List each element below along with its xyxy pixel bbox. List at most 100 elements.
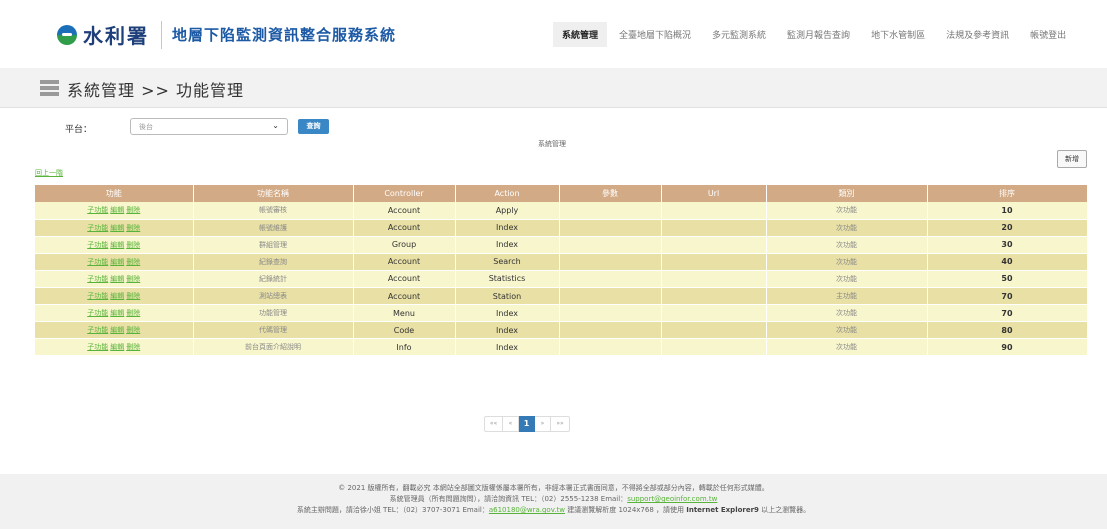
delete-link[interactable]: 刪除 bbox=[126, 241, 140, 249]
footer-contact: 系統主辦問題，請洽徐小姐 TEL：（02）3707-3071 Email：a61… bbox=[0, 505, 1107, 516]
delete-link[interactable]: 刪除 bbox=[126, 275, 140, 283]
platform-select[interactable]: 後台 ⌄ bbox=[130, 118, 288, 135]
last-page-button[interactable]: »» bbox=[551, 416, 570, 432]
footer-browser-text: Internet Explorer9 bbox=[686, 506, 759, 514]
edit-link[interactable]: 編輯 bbox=[110, 292, 124, 300]
order-cell: 70 bbox=[927, 304, 1088, 323]
controller-cell: Menu bbox=[353, 304, 456, 323]
action-cell: Index bbox=[455, 236, 560, 254]
table-row: 子功能 編輯 刪除 紀錄查詢 Account Search 次功能 40 bbox=[35, 253, 1088, 271]
chevron-down-icon: ⌄ bbox=[272, 121, 279, 130]
sub-function-link[interactable]: 子功能 bbox=[87, 224, 108, 232]
table-row: 子功能 編輯 刪除 群組管理 Group Index 次功能 30 bbox=[35, 236, 1088, 254]
controller-cell: Account bbox=[353, 287, 456, 306]
nav-item-regulations[interactable]: 法規及參考資訊 bbox=[937, 22, 1018, 47]
function-name-cell: 紀錄統計 bbox=[193, 270, 354, 288]
logo-text: 水利署 bbox=[83, 24, 149, 48]
sub-function-link[interactable]: 子功能 bbox=[87, 241, 108, 249]
type-cell: 主功能 bbox=[766, 287, 928, 306]
column-header-controller: Controller bbox=[353, 185, 456, 202]
row-actions-cell: 子功能 編輯 刪除 bbox=[35, 253, 194, 271]
nav-item-logout[interactable]: 帳號登出 bbox=[1021, 22, 1075, 47]
type-cell: 次功能 bbox=[766, 338, 928, 357]
edit-link[interactable]: 編輯 bbox=[110, 258, 124, 266]
row-actions-cell: 子功能 編輯 刪除 bbox=[35, 270, 194, 288]
row-actions-cell: 子功能 編輯 刪除 bbox=[35, 287, 194, 306]
contact-email-link[interactable]: a610180@wra.gov.tw bbox=[489, 506, 565, 514]
delete-link[interactable]: 刪除 bbox=[126, 343, 140, 351]
type-cell: 次功能 bbox=[766, 253, 928, 271]
sub-function-link[interactable]: 子功能 bbox=[87, 343, 108, 351]
nav-item-subsidence-overview[interactable]: 全臺地層下陷概況 bbox=[610, 22, 700, 47]
support-email-link[interactable]: support@geoinfor.com.tw bbox=[627, 495, 717, 503]
next-page-button[interactable]: » bbox=[535, 416, 551, 432]
prev-page-button[interactable]: « bbox=[503, 416, 519, 432]
controller-cell: Group bbox=[353, 236, 456, 254]
column-header-name: 功能名稱 bbox=[193, 185, 354, 202]
action-cell: Apply bbox=[455, 202, 560, 220]
list-icon bbox=[40, 80, 59, 96]
table-row: 子功能 編輯 刪除 功能管理 Menu Index 次功能 70 bbox=[35, 304, 1088, 323]
controller-cell: Info bbox=[353, 338, 456, 357]
param-cell bbox=[559, 304, 662, 323]
nav-item-system-admin[interactable]: 系統管理 bbox=[553, 22, 608, 47]
param-cell bbox=[559, 338, 662, 357]
sub-function-link[interactable]: 子功能 bbox=[87, 275, 108, 283]
type-cell: 次功能 bbox=[766, 202, 928, 220]
edit-link[interactable]: 編輯 bbox=[110, 326, 124, 334]
controller-cell: Account bbox=[353, 270, 456, 288]
controller-cell: Account bbox=[353, 219, 456, 237]
function-name-cell: 紀錄查詢 bbox=[193, 253, 354, 271]
row-actions-cell: 子功能 編輯 刪除 bbox=[35, 236, 194, 254]
controller-cell: Account bbox=[353, 253, 456, 271]
order-cell: 50 bbox=[927, 270, 1088, 288]
delete-link[interactable]: 刪除 bbox=[126, 326, 140, 334]
nav-item-groundwater-zone[interactable]: 地下水管制區 bbox=[862, 22, 934, 47]
system-title: 地層下陷監測資訊整合服務系統 bbox=[172, 26, 397, 44]
sub-function-link[interactable]: 子功能 bbox=[87, 258, 108, 266]
delete-link[interactable]: 刪除 bbox=[126, 258, 140, 266]
delete-link[interactable]: 刪除 bbox=[126, 292, 140, 300]
logo[interactable]: 水利署 地層下陷監測資訊整合服務系統 bbox=[57, 20, 396, 49]
edit-link[interactable]: 編輯 bbox=[110, 275, 124, 283]
add-button[interactable]: 新增 bbox=[1057, 150, 1087, 168]
url-cell bbox=[661, 270, 767, 288]
order-cell: 40 bbox=[927, 253, 1088, 271]
function-name-cell: 測站總表 bbox=[193, 287, 354, 306]
nav-item-monthly-report[interactable]: 監測月報告查詢 bbox=[778, 22, 859, 47]
param-cell bbox=[559, 287, 662, 306]
row-actions-cell: 子功能 編輯 刪除 bbox=[35, 202, 194, 220]
edit-link[interactable]: 編輯 bbox=[110, 206, 124, 214]
row-actions-cell: 子功能 編輯 刪除 bbox=[35, 219, 194, 237]
query-button[interactable]: 查詢 bbox=[298, 119, 329, 134]
current-page-button[interactable]: 1 bbox=[519, 416, 535, 432]
url-cell bbox=[661, 287, 767, 306]
nav-item-monitoring-system[interactable]: 多元監測系統 bbox=[703, 22, 775, 47]
order-cell: 70 bbox=[927, 287, 1088, 306]
column-header-function: 功能 bbox=[35, 185, 194, 202]
delete-link[interactable]: 刪除 bbox=[126, 309, 140, 317]
sub-function-link[interactable]: 子功能 bbox=[87, 206, 108, 214]
sub-function-link[interactable]: 子功能 bbox=[87, 326, 108, 334]
function-name-cell: 帳號維護 bbox=[193, 219, 354, 237]
param-cell bbox=[559, 219, 662, 237]
action-cell: Index bbox=[455, 219, 560, 237]
url-cell bbox=[661, 202, 767, 220]
delete-link[interactable]: 刪除 bbox=[126, 224, 140, 232]
footer-support: 系統管理員（所有問題詢問），請洽詢資訊 TEL：（02）2555-1238 Em… bbox=[0, 494, 1107, 505]
section-caption: 系統管理 bbox=[538, 140, 566, 148]
platform-label: 平台： bbox=[65, 125, 93, 135]
table-row: 子功能 編輯 刪除 前台頁面介紹說明 Info Index 次功能 90 bbox=[35, 338, 1088, 357]
edit-link[interactable]: 編輯 bbox=[110, 224, 124, 232]
back-link[interactable]: 回上一階 bbox=[35, 168, 63, 178]
edit-link[interactable]: 編輯 bbox=[110, 309, 124, 317]
delete-link[interactable]: 刪除 bbox=[126, 206, 140, 214]
sub-function-link[interactable]: 子功能 bbox=[87, 292, 108, 300]
edit-link[interactable]: 編輯 bbox=[110, 241, 124, 249]
first-page-button[interactable]: «« bbox=[484, 416, 503, 432]
column-header-order: 排序 bbox=[927, 185, 1088, 202]
edit-link[interactable]: 編輯 bbox=[110, 343, 124, 351]
column-header-action: Action bbox=[455, 185, 560, 202]
sub-function-link[interactable]: 子功能 bbox=[87, 309, 108, 317]
footer-copyright: © 2021 版權所有，翻載必究 本網站全部圖文版權係屬本署所有，非經本署正式書… bbox=[338, 484, 769, 492]
